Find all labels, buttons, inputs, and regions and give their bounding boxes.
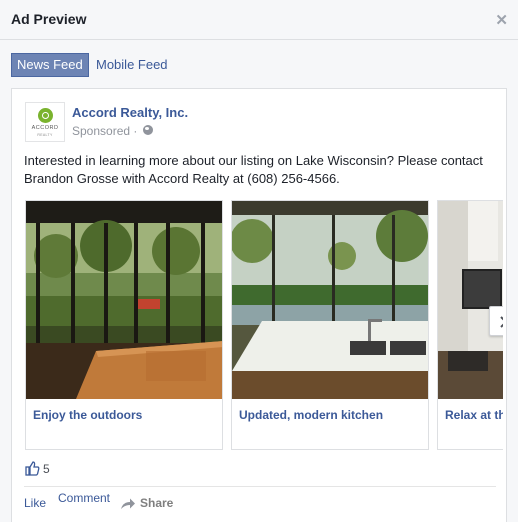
carousel-card-1[interactable]: Enjoy the outdoors	[25, 200, 223, 450]
carousel-caption-3[interactable]: Relax at the	[445, 408, 503, 422]
carousel-card-2[interactable]: Updated, modern kitchen	[231, 200, 429, 450]
logo-wordmark: ACCORD	[31, 125, 59, 131]
dialog-header: Ad Preview ✕	[0, 0, 518, 40]
sponsored-label: Sponsored ·	[72, 124, 138, 138]
logo-subtext: REALTY	[37, 133, 53, 137]
page-logo[interactable]: ACCORD REALTY	[25, 102, 65, 142]
ad-post-card: ACCORD REALTY Accord Realty, Inc. Sponso…	[11, 88, 507, 522]
screened-porch-photo	[26, 201, 222, 399]
ad-preview-dialog: Ad Preview ✕ News Feed Mobile Feed ACCOR…	[0, 0, 518, 522]
dialog-title: Ad Preview	[11, 11, 87, 27]
globe-icon	[143, 125, 153, 135]
share-icon	[121, 498, 135, 509]
image-carousel: Enjoy the outdoors Updated, modern kitch…	[25, 200, 503, 450]
kitchen-photo	[232, 201, 428, 399]
close-icon[interactable]: ✕	[495, 11, 508, 29]
like-count: 5	[43, 462, 50, 476]
page-name-link[interactable]: Accord Realty, Inc.	[72, 105, 188, 120]
comment-button[interactable]: Comment	[58, 491, 110, 505]
carousel-caption-2[interactable]: Updated, modern kitchen	[239, 408, 383, 422]
post-text: Interested in learning more about our li…	[24, 153, 483, 186]
actions-divider	[24, 486, 496, 487]
logo-mark-icon	[38, 108, 53, 123]
chevron-right-icon	[500, 316, 503, 328]
like-button[interactable]: Like	[24, 496, 46, 510]
living-room-photo	[438, 201, 503, 399]
tab-mobile-feed[interactable]: Mobile Feed	[91, 53, 173, 77]
thumbs-up-icon	[25, 461, 40, 476]
post-actions: Like Comment Share	[24, 491, 496, 514]
carousel-caption-1[interactable]: Enjoy the outdoors	[33, 408, 142, 422]
carousel-next-button[interactable]	[489, 306, 503, 336]
tab-news-feed[interactable]: News Feed	[11, 53, 89, 77]
share-label: Share	[140, 496, 174, 510]
